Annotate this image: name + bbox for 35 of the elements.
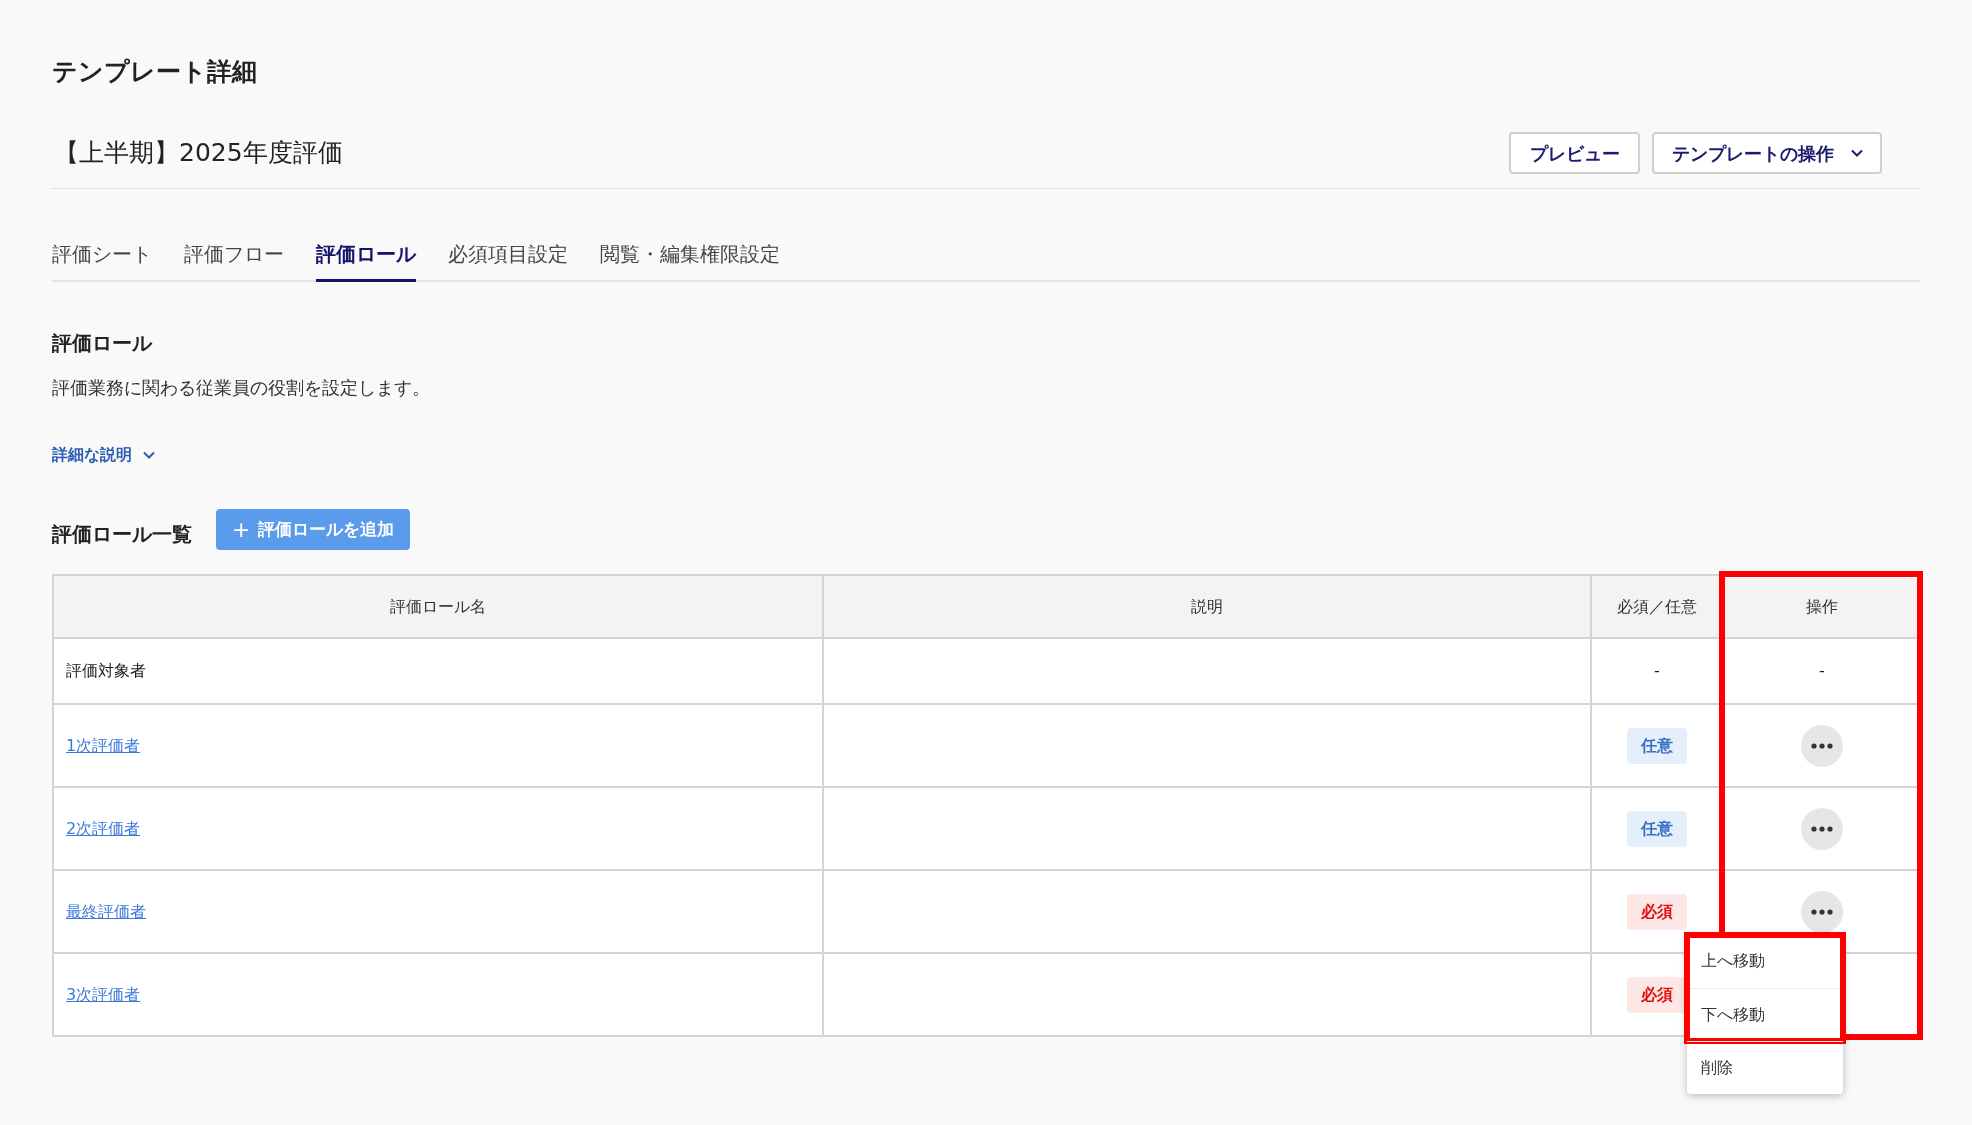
role-name-link[interactable]: 2次評価者 bbox=[66, 818, 141, 838]
preview-button[interactable]: プレビュー bbox=[1509, 132, 1640, 174]
role-name-link[interactable]: 3次評価者 bbox=[66, 984, 141, 1004]
menu-item[interactable]: 削除 bbox=[1687, 1040, 1843, 1094]
tab[interactable]: 評価ロール bbox=[316, 239, 416, 282]
tab[interactable]: 評価シート bbox=[52, 239, 152, 282]
tab[interactable]: 閲覧・編集権限設定 bbox=[600, 239, 780, 282]
template-actions-button[interactable]: テンプレートの操作 bbox=[1652, 132, 1882, 174]
optional-tag: 任意 bbox=[1627, 810, 1687, 847]
section-title: 評価ロール bbox=[52, 330, 154, 357]
menu-item[interactable]: 上へ移動 bbox=[1687, 934, 1843, 988]
empty-value: - bbox=[1819, 661, 1825, 680]
menu-item[interactable]: 下へ移動 bbox=[1687, 987, 1843, 1041]
tab[interactable]: 必須項目設定 bbox=[448, 239, 568, 282]
section-description: 評価業務に関わる従業員の役割を設定します。 bbox=[52, 376, 431, 400]
optional-tag: 任意 bbox=[1627, 727, 1687, 764]
more-button[interactable] bbox=[1801, 807, 1843, 850]
more-icon bbox=[1811, 742, 1833, 749]
more-icon bbox=[1811, 908, 1833, 915]
required-tag: 必須 bbox=[1627, 976, 1687, 1013]
template-name: 【上半期】2025年度評価 bbox=[53, 137, 343, 169]
tab[interactable]: 評価フロー bbox=[184, 239, 284, 282]
more-button[interactable] bbox=[1801, 724, 1843, 767]
role-name: 評価対象者 bbox=[66, 661, 146, 680]
column-header: 説明 bbox=[823, 575, 1591, 638]
page-title: テンプレート詳細 bbox=[52, 56, 258, 88]
more-button[interactable] bbox=[1801, 890, 1843, 933]
list-title: 評価ロール一覧 bbox=[52, 520, 192, 548]
more-icon bbox=[1811, 825, 1833, 832]
details-toggle[interactable]: 詳細な説明 bbox=[52, 443, 156, 467]
role-name-link[interactable]: 最終評価者 bbox=[66, 901, 146, 921]
empty-value: - bbox=[1654, 661, 1660, 680]
column-header: 評価ロール名 bbox=[53, 575, 823, 638]
role-name-link[interactable]: 1次評価者 bbox=[66, 735, 141, 755]
required-tag: 必須 bbox=[1627, 893, 1687, 930]
